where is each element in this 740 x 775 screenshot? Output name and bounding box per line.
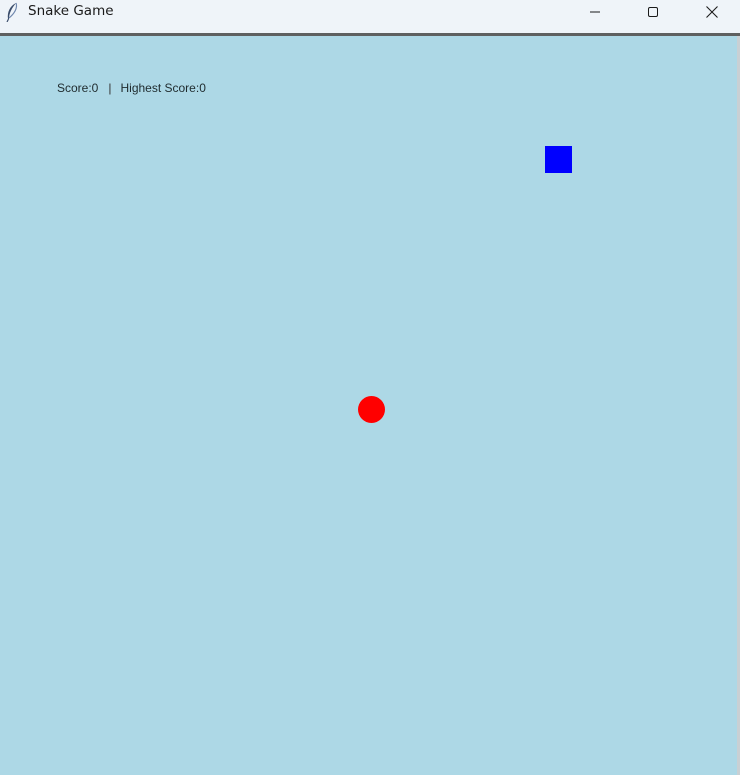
maximize-icon <box>648 7 658 17</box>
snake-head <box>545 146 572 173</box>
close-button[interactable] <box>689 0 735 24</box>
close-icon <box>706 6 718 18</box>
window-title: Snake Game <box>28 3 114 19</box>
score-label: Score:0 <box>57 81 99 95</box>
feather-icon <box>6 2 18 22</box>
minimize-icon <box>590 11 600 13</box>
highest-score-label: Highest Score:0 <box>120 81 206 95</box>
food-item <box>358 396 385 423</box>
maximize-button[interactable] <box>630 0 676 24</box>
game-canvas[interactable]: Score:0 | Highest Score:0 <box>0 36 737 775</box>
title-bar[interactable]: Snake Game <box>0 0 740 33</box>
score-separator: | <box>108 81 112 95</box>
game-window: Snake Game Score:0 | Highest Score:0 <box>0 0 740 775</box>
score-display: Score:0 | Highest Score:0 <box>57 80 206 96</box>
minimize-button[interactable] <box>572 0 618 24</box>
